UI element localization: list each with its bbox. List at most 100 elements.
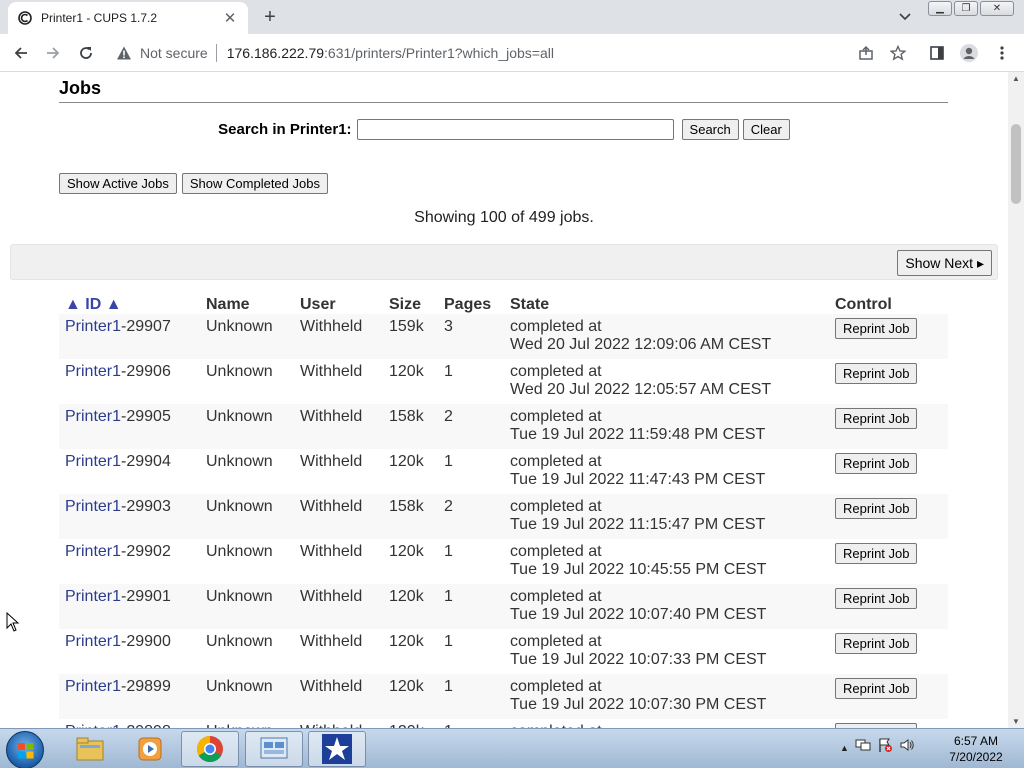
browser-toolbar: Not secure 176.186.222.79:631/printers/P… — [0, 34, 1024, 72]
start-button[interactable] — [6, 731, 44, 768]
tab-close-icon[interactable]: ✕ — [222, 10, 238, 27]
job-pages: 1 — [438, 629, 504, 674]
job-id: -29903 — [121, 498, 171, 515]
forward-arrow-icon[interactable] — [42, 42, 64, 64]
search-input[interactable] — [356, 119, 674, 140]
job-completed-time: Wed 20 Jul 2022 12:05:57 AM CEST — [510, 381, 772, 398]
clock-time: 6:57 AM — [953, 734, 999, 748]
network-icon[interactable] — [855, 738, 871, 757]
bookmark-star-icon[interactable] — [887, 42, 909, 64]
restore-window-icon[interactable]: ❐ — [954, 1, 978, 16]
printer-link[interactable]: Printer1 — [65, 498, 121, 515]
job-user: Withheld — [294, 674, 383, 719]
job-user: Withheld — [294, 629, 383, 674]
printer-link[interactable]: Printer1 — [65, 543, 121, 560]
printer-link[interactable]: Printer1 — [65, 408, 121, 425]
reprint-job-button[interactable]: Reprint Job — [835, 453, 918, 474]
job-user: Withheld — [294, 539, 383, 584]
reprint-job-button[interactable]: Reprint Job — [835, 408, 918, 429]
table-row: Printer1-29905 Unknown Withheld 158k 2 comple… — [59, 404, 948, 449]
job-name: Unknown — [200, 674, 294, 719]
show-next-button[interactable]: Show Next ▸ — [897, 250, 992, 276]
taskbar-clock[interactable]: 6:57 AM 7/20/2022 — [936, 733, 1016, 765]
column-header-id[interactable]: ▲ ID ▲ — [59, 294, 200, 314]
printer-link[interactable]: Printer1 — [65, 453, 121, 470]
new-tab-icon[interactable]: + — [259, 6, 281, 28]
job-count-text: Showing 100 of 499 jobs. — [414, 209, 594, 226]
windows-taskbar: ▲ 6:57 AM 7/20/2022 — [0, 728, 1024, 768]
scroll-down-arrow-icon[interactable]: ▼ — [1012, 717, 1020, 726]
scroll-thumb[interactable] — [1011, 124, 1021, 204]
job-filter-buttons: Show Active Jobs Show Completed Jobs — [59, 173, 328, 194]
clear-button[interactable]: Clear — [742, 119, 790, 140]
job-state: completed at — [510, 543, 602, 560]
show-completed-jobs-button[interactable]: Show Completed Jobs — [181, 173, 328, 194]
tray-expand-icon[interactable]: ▲ — [840, 743, 849, 753]
job-user: Withheld — [294, 584, 383, 629]
star-app-icon[interactable] — [308, 731, 366, 767]
address-bar[interactable]: Not secure 176.186.222.79:631/printers/P… — [110, 38, 880, 67]
table-row: Printer1-29899 Unknown Withheld 120k 1 comple… — [59, 674, 948, 719]
page-scrollbar[interactable]: ▲ ▼ — [1008, 72, 1024, 728]
job-id-cell: Printer1-29900 — [59, 629, 200, 674]
side-panel-icon[interactable] — [926, 42, 948, 64]
job-state-cell: completed at Tue 19 Jul 2022 10:07:30 PM … — [504, 674, 829, 719]
job-state-cell: completed at Tue 19 Jul 2022 11:47:43 PM … — [504, 449, 829, 494]
job-id: -29905 — [121, 408, 171, 425]
explorer-icon[interactable] — [61, 731, 119, 767]
job-name: Unknown — [200, 719, 294, 728]
printer-link[interactable]: Printer1 — [65, 318, 121, 335]
volume-icon[interactable] — [899, 738, 915, 757]
reprint-job-button[interactable]: Reprint Job — [835, 588, 918, 609]
action-center-flag-icon[interactable] — [877, 737, 893, 758]
control-panel-icon[interactable] — [245, 731, 303, 767]
reprint-job-button[interactable]: Reprint Job — [835, 633, 918, 654]
job-user: Withheld — [294, 494, 383, 539]
job-id: -29904 — [121, 453, 171, 470]
search-button[interactable]: Search — [681, 119, 739, 140]
profile-avatar-icon[interactable] — [958, 42, 980, 64]
menu-kebab-icon[interactable] — [991, 42, 1013, 64]
warning-triangle-icon[interactable] — [116, 45, 132, 61]
share-icon[interactable] — [855, 42, 877, 64]
reprint-job-button[interactable]: Reprint Job — [835, 678, 918, 699]
reprint-job-button[interactable]: Reprint Job — [835, 363, 918, 384]
chrome-icon[interactable] — [181, 731, 239, 767]
tab-search-chevron-icon[interactable] — [896, 8, 914, 26]
browser-tab[interactable]: Printer1 - CUPS 1.7.2 ✕ — [8, 2, 248, 34]
job-state-cell: completed at — [504, 719, 829, 728]
not-secure-label[interactable]: Not secure — [140, 45, 208, 61]
mouse-cursor-icon — [6, 611, 20, 637]
reprint-job-button[interactable]: Reprint Job — [835, 543, 918, 564]
job-pages: 1 — [438, 719, 504, 728]
job-size: 158k — [383, 494, 438, 539]
printer-link[interactable]: Printer1 — [65, 678, 121, 695]
job-name: Unknown — [200, 314, 294, 359]
show-active-jobs-button[interactable]: Show Active Jobs — [59, 173, 177, 194]
reload-icon[interactable] — [75, 42, 97, 64]
reprint-job-button[interactable]: Reprint Job — [835, 318, 918, 339]
minimize-window-icon[interactable]: ▁ — [928, 1, 952, 16]
browser-tabstrip: Printer1 - CUPS 1.7.2 ✕ + ▁ ❐ ✕ — [0, 0, 1024, 34]
job-completed-time: Tue 19 Jul 2022 11:15:47 PM CEST — [510, 516, 766, 533]
column-header-name: Name — [206, 296, 250, 313]
job-state-cell: completed at Tue 19 Jul 2022 10:07:40 PM … — [504, 584, 829, 629]
job-id: -29900 — [121, 633, 171, 650]
scroll-up-arrow-icon[interactable]: ▲ — [1012, 74, 1020, 83]
job-state: completed at — [510, 678, 602, 695]
printer-link[interactable]: Printer1 — [65, 588, 121, 605]
back-arrow-icon[interactable] — [10, 42, 32, 64]
pager-bar: Show Next ▸ — [10, 244, 998, 280]
printer-link[interactable]: Printer1 — [65, 363, 121, 380]
close-window-icon[interactable]: ✕ — [980, 1, 1014, 16]
column-header-state: State — [510, 296, 550, 313]
job-user: Withheld — [294, 719, 383, 728]
column-header-user: User — [300, 296, 336, 313]
printer-link[interactable]: Printer1 — [65, 633, 121, 650]
media-player-icon[interactable] — [121, 731, 179, 767]
job-id-cell: Printer1-29899 — [59, 674, 200, 719]
reprint-job-button[interactable]: Reprint Job — [835, 498, 918, 519]
job-completed-time: Tue 19 Jul 2022 10:07:30 PM CEST — [510, 696, 767, 713]
job-state-cell: completed at Wed 20 Jul 2022 12:09:06 AM … — [504, 314, 829, 359]
clock-date: 7/20/2022 — [949, 750, 1003, 764]
